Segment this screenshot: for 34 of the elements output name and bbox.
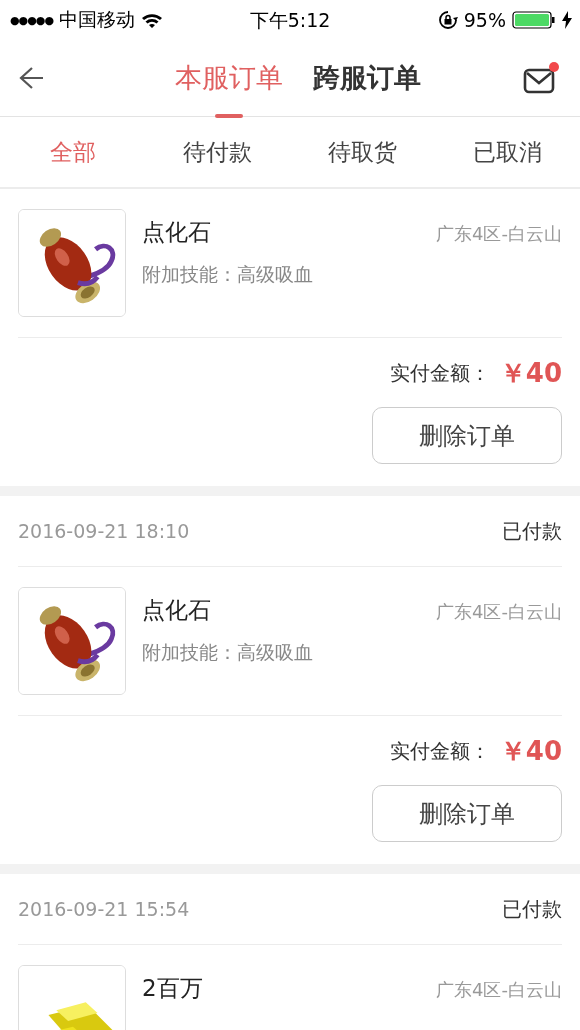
item-name: 点化石 — [142, 596, 211, 625]
battery-icon — [512, 10, 556, 30]
amount-value: ￥40 — [499, 735, 562, 768]
wifi-icon — [141, 12, 163, 28]
tab-indicator — [215, 114, 243, 118]
order-date: 2016-09-21 18:10 — [18, 520, 190, 542]
battery-percent: 95% — [463, 9, 506, 31]
server-region: 广东4区-白云山 — [436, 600, 562, 624]
mail-icon[interactable] — [522, 61, 560, 95]
filter-tab[interactable]: 已取消 — [435, 136, 580, 168]
item-detail: 附加技能：高级吸血 — [142, 640, 314, 665]
carrier-name: 中国移动 — [59, 7, 135, 32]
server-region: 广东4区-白云山 — [436, 978, 562, 1002]
filter-tab[interactable]: 待取货 — [290, 136, 435, 168]
back-icon[interactable] — [18, 65, 44, 91]
item-name: 2百万 — [142, 974, 203, 1003]
order-status: 已付款 — [502, 517, 562, 545]
delete-order-button[interactable]: 删除订单 — [372, 407, 562, 464]
server-region: 广东4区-白云山 — [436, 222, 562, 246]
amount-value: ￥40 — [499, 357, 562, 390]
amount-label: 实付金额： — [389, 738, 490, 765]
delete-order-button[interactable]: 删除订单 — [372, 785, 562, 842]
clock-time: 下午5:12 — [249, 8, 331, 33]
amount-label: 实付金额： — [389, 360, 490, 387]
rotation-lock-icon — [437, 10, 458, 30]
order-tab[interactable]: 跨服订单 — [313, 50, 421, 106]
filter-tab[interactable]: 全部 — [0, 136, 145, 168]
filter-tab[interactable]: 待付款 — [145, 136, 290, 168]
item-name: 点化石 — [142, 218, 211, 247]
order-date: 2016-09-21 15:54 — [18, 898, 190, 920]
item-detail: 附加技能：高级吸血 — [142, 262, 314, 287]
order-status: 已付款 — [502, 895, 562, 923]
charging-icon — [562, 11, 572, 29]
signal-dots: ●●●●● — [10, 13, 53, 27]
